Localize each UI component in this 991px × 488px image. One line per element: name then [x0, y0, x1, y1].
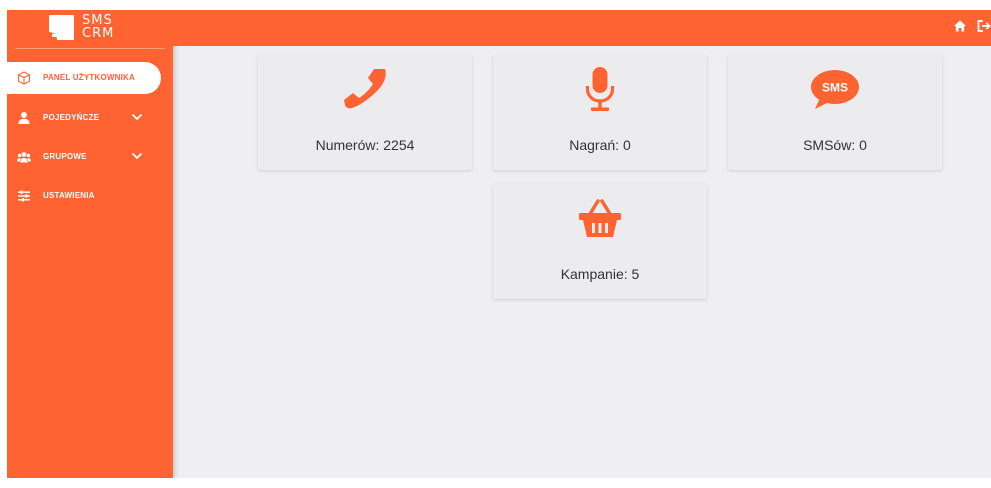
users-icon	[17, 152, 31, 163]
sms-bubble-text: SMS	[822, 81, 848, 95]
logo-text: SMS CRM	[82, 14, 114, 40]
sidebar-item-label: GRUPOWE	[43, 152, 87, 161]
chevron-down-icon[interactable]	[131, 151, 143, 161]
sidebar-item-pojedyncze[interactable]: POJEDYŃCZE	[7, 102, 173, 134]
chevron-down-icon[interactable]	[131, 112, 143, 122]
sliders-icon	[18, 190, 30, 202]
stat-card-label: Kampanie: 5	[560, 266, 640, 282]
sidebar-item-grupowe[interactable]: GRUPOWE	[7, 141, 173, 173]
cube-icon	[17, 71, 31, 85]
sidebar-item-panel-uzytkownika[interactable]: PANEL UŻYTKOWNIKA	[7, 62, 161, 94]
stat-card-label: SMSów: 0	[803, 137, 867, 153]
phone-icon	[344, 69, 386, 109]
user-icon	[18, 112, 30, 124]
top-bar	[173, 10, 991, 46]
basket-icon	[579, 199, 621, 237]
stat-card-label: Nagrań: 0	[569, 137, 631, 153]
sidebar-divider	[15, 48, 165, 49]
sidebar-item-label: USTAWIENIA	[43, 191, 95, 200]
sidebar-item-label: POJEDYŃCZE	[43, 113, 100, 122]
logo-text-line2: CRM	[82, 26, 115, 41]
stat-card-recordings[interactable]: Nagrań: 0	[493, 55, 707, 170]
microphone-icon	[585, 67, 615, 111]
sidebar: SMS CRM PANEL UŻYTKOWNIKA POJEDYŃCZE GRU…	[7, 10, 173, 478]
home-icon[interactable]	[953, 19, 967, 33]
stat-card-sms[interactable]: SMS SMSów: 0	[728, 55, 942, 170]
sign-out-icon[interactable]	[977, 19, 991, 33]
stat-card-label: Numerów: 2254	[315, 137, 415, 153]
logo[interactable]: SMS CRM	[7, 10, 173, 46]
app-frame: SMS CRM PANEL UŻYTKOWNIKA POJEDYŃCZE GRU…	[7, 10, 991, 478]
sidebar-item-ustawienia[interactable]: USTAWIENIA	[7, 180, 173, 212]
stat-card-campaigns[interactable]: Kampanie: 5	[493, 184, 707, 299]
sidebar-item-label: PANEL UŻYTKOWNIKA	[43, 73, 135, 82]
logo-mark	[49, 15, 74, 40]
sms-bubble-icon: SMS	[811, 70, 859, 109]
stat-card-numbers[interactable]: Numerów: 2254	[258, 55, 472, 170]
